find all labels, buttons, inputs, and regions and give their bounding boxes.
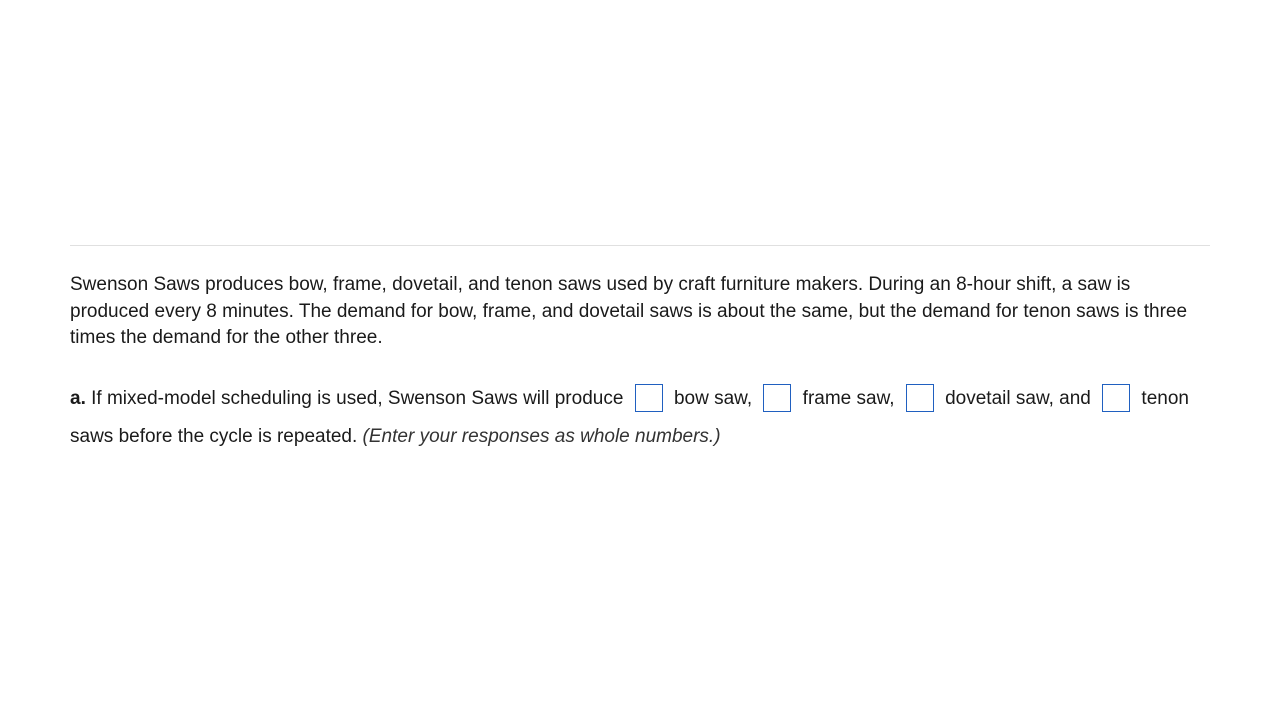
dovetail-saw-label: dovetail saw, and [940,388,1096,409]
part-label: a. [70,388,86,409]
question-part-a: a. If mixed-model scheduling is used, Sw… [70,380,1210,456]
bow-saw-input[interactable] [635,384,663,412]
section-divider [70,245,1210,246]
tenon-saw-input[interactable] [1102,384,1130,412]
frame-saw-label: frame saw, [797,388,899,409]
response-hint: (Enter your responses as whole numbers.) [363,426,721,447]
dovetail-saw-input[interactable] [906,384,934,412]
bow-saw-label: bow saw, [669,388,758,409]
question-container: Swenson Saws produces bow, frame, doveta… [70,245,1210,456]
question-segment-1: If mixed-model scheduling is used, Swens… [86,388,629,409]
problem-statement: Swenson Saws produces bow, frame, doveta… [70,272,1210,352]
frame-saw-input[interactable] [763,384,791,412]
